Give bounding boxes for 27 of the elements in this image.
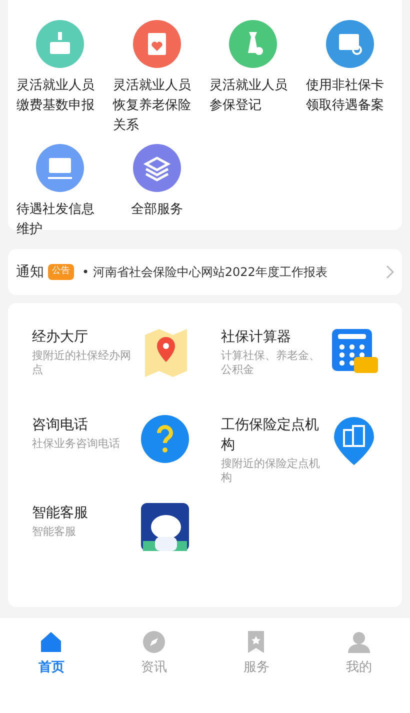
service-label[interactable]: 全部服务 (112, 200, 201, 220)
service-label[interactable]: 使用非社保卡领取待遇备案 (306, 76, 394, 116)
tab-button[interactable]: 首页 (0, 630, 102, 678)
feature-title[interactable]: 智能客服 (32, 503, 88, 523)
feature-title[interactable]: 咨询电话 (32, 415, 120, 435)
feature-subtitle: 社保业务咨询电话 (32, 437, 120, 451)
person-icon (346, 630, 371, 654)
notice-text: • 河南省社会保险中心网站2022年度工作报表 (82, 264, 328, 281)
service-label[interactable]: 灵活就业人员恢复养老保险关系 (112, 76, 201, 136)
feature-subtitle: 计算社保、养老金、公积金 (221, 349, 321, 377)
service-label[interactable]: 灵活就业人员缴费基数申报 (16, 76, 104, 116)
notice-title: 通知 (16, 262, 44, 282)
feature-title[interactable]: 社保计算器 (221, 327, 322, 347)
feature-subtitle: 搜附近的社保经办网点 (32, 349, 132, 377)
feature-title[interactable]: 工伤保险定点机构 (221, 415, 322, 455)
service-label[interactable]: 灵活就业人员参保登记 (209, 76, 298, 116)
feature-subtitle: 搜附近的保险定点机构 (221, 457, 321, 485)
notice-tag: 公告 (48, 264, 74, 280)
question-icon (141, 415, 189, 465)
feature-subtitle: 智能客服 (32, 525, 77, 539)
compass-icon (142, 630, 166, 654)
feature-title[interactable]: 经办大厅 (32, 327, 133, 347)
robot-icon (141, 503, 189, 553)
chevron-right-icon (386, 265, 394, 279)
home-icon (39, 630, 64, 654)
service-label[interactable]: 待遇社发信息维护 (16, 200, 104, 240)
notice-bar[interactable]: 通知 公告 • 河南省社会保险中心网站2022年度工作报表 (8, 249, 402, 295)
